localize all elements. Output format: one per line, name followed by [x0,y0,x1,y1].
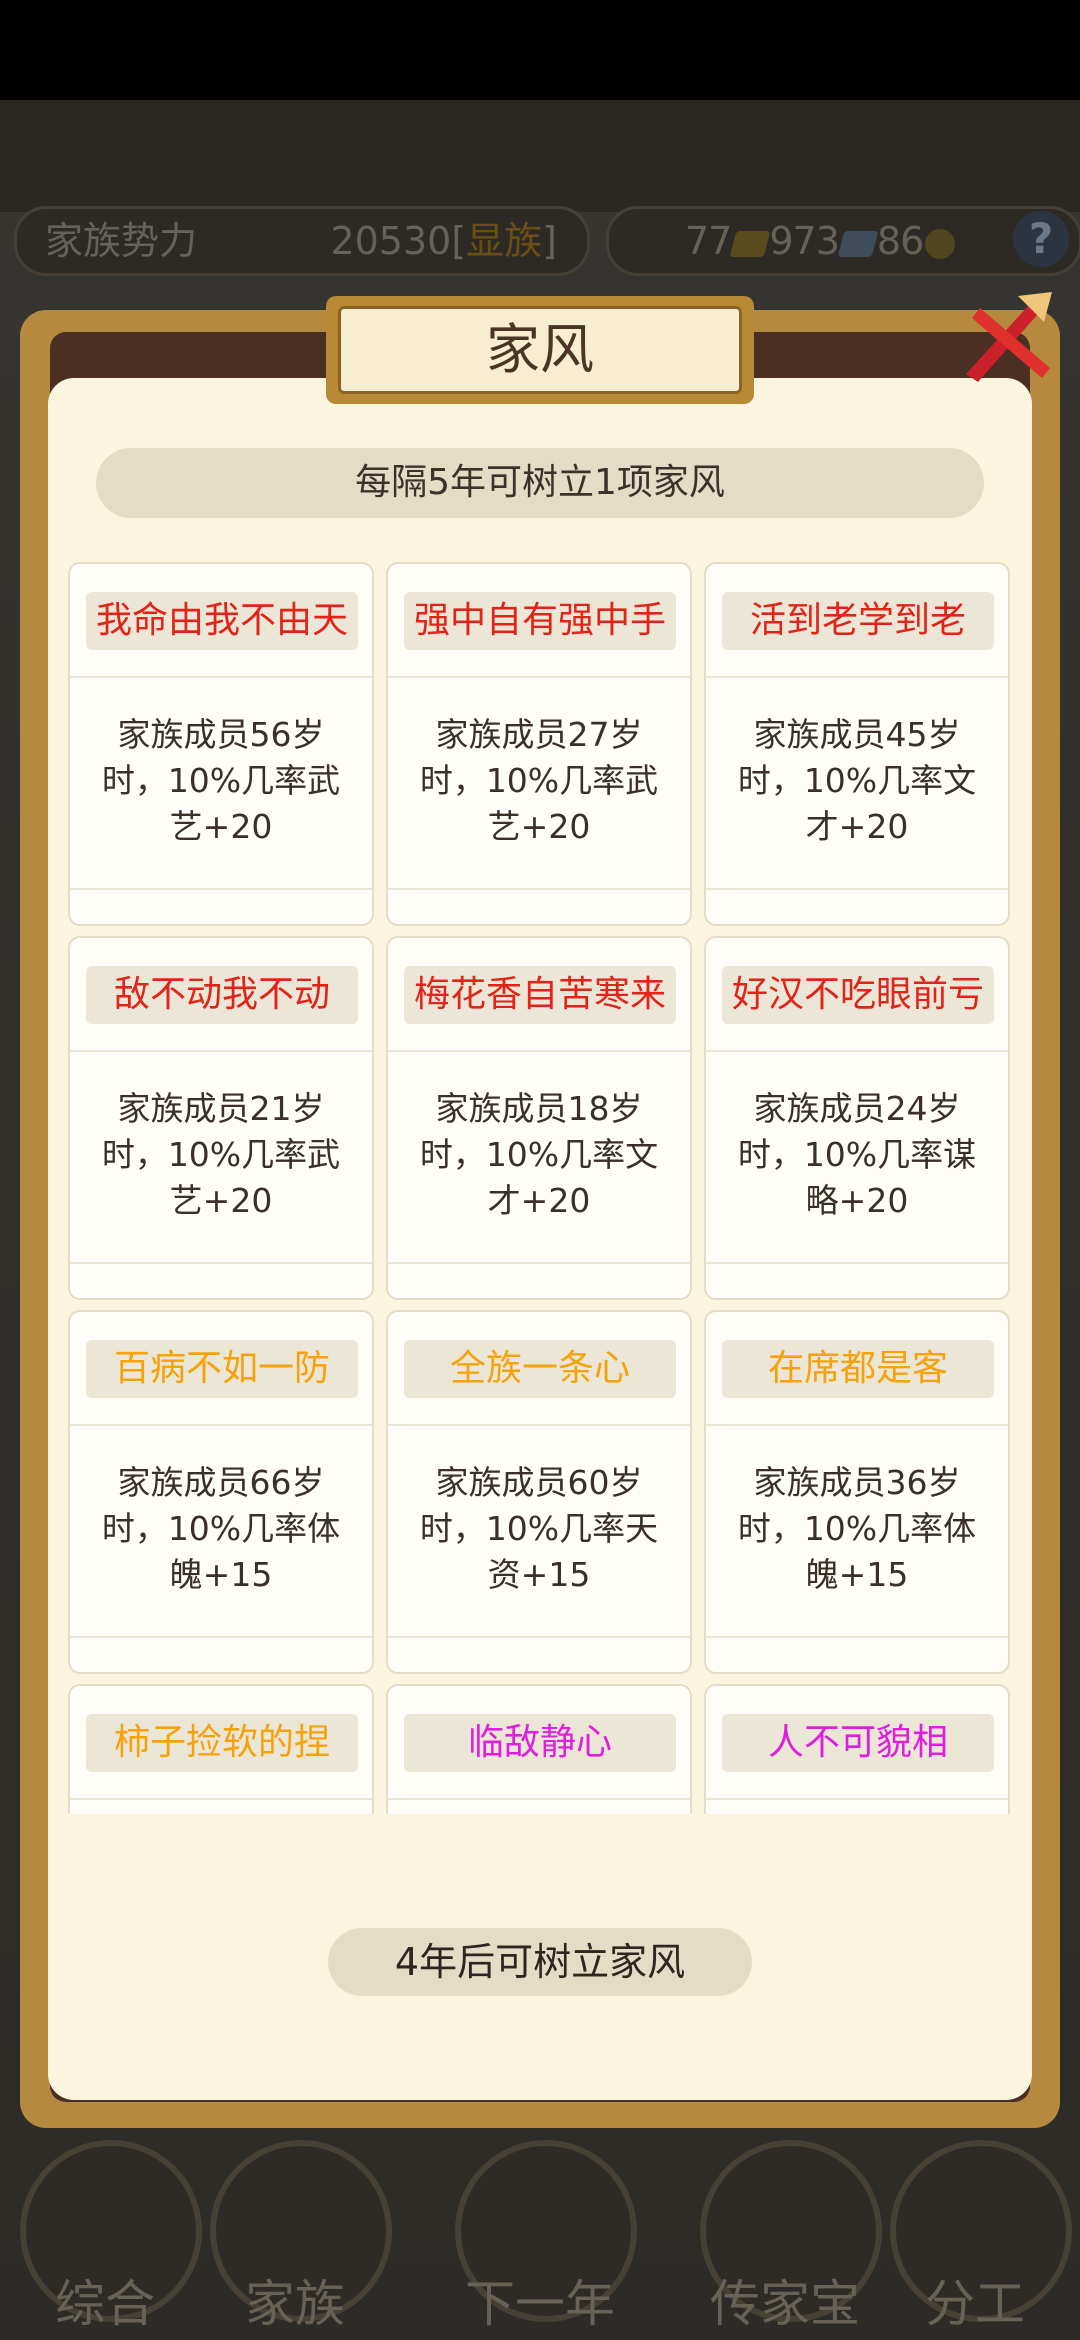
motto-desc: 家族成员24岁时，10%几率谋略+20 [737,1089,977,1220]
card-divider [706,1050,1008,1052]
card-divider [388,1050,690,1052]
motto-card[interactable]: 在席都是客 家族成员36岁时，10%几率体魄+15 [704,1310,1010,1674]
card-divider [70,1636,372,1638]
motto-card[interactable]: 敌不动我不动 家族成员21岁时，10%几率武艺+20 [68,936,374,1300]
motto-grid[interactable]: 我命由我不由天 家族成员56岁时，10%几率武艺+20 强中自有强中手 家族成员… [68,562,1012,1814]
motto-card[interactable]: 好汉不吃眼前亏 家族成员24岁时，10%几率谋略+20 [704,936,1010,1300]
motto-desc: 家族成员66岁时，10%几率体魄+15 [101,1463,341,1594]
card-divider [388,676,690,678]
motto-card[interactable]: 柿子捡软的捏 [68,1684,374,1814]
card-divider [70,1798,372,1800]
card-divider [70,1050,372,1052]
motto-card[interactable]: 活到老学到老 家族成员45岁时，10%几率文才+20 [704,562,1010,926]
card-divider [70,676,372,678]
card-divider [70,1424,372,1426]
status-bar [0,0,1080,100]
motto-title: 好汉不吃眼前亏 [722,966,994,1024]
card-divider [706,1798,1008,1800]
motto-card[interactable]: 强中自有强中手 家族成员27岁时，10%几率武艺+20 [386,562,692,926]
card-divider [706,676,1008,678]
motto-card[interactable]: 梅花香自苦寒来 家族成员18岁时，10%几率文才+20 [386,936,692,1300]
motto-title: 梅花香自苦寒来 [404,966,676,1024]
card-divider [388,1424,690,1426]
motto-card[interactable]: 我命由我不由天 家族成员56岁时，10%几率武艺+20 [68,562,374,926]
motto-title: 人不可貌相 [722,1714,994,1772]
motto-desc: 家族成员21岁时，10%几率武艺+20 [101,1089,341,1220]
card-divider [706,1636,1008,1638]
cooldown-status: 4年后可树立家风 [328,1928,752,1996]
motto-title: 临敌静心 [404,1714,676,1772]
card-divider [388,1636,690,1638]
motto-desc: 家族成员27岁时，10%几率武艺+20 [419,715,659,846]
motto-title: 柿子捡软的捏 [86,1714,358,1772]
motto-card[interactable]: 人不可貌相 [704,1684,1010,1814]
motto-card[interactable]: 临敌静心 [386,1684,692,1814]
card-divider [388,1798,690,1800]
motto-card[interactable]: 全族一条心 家族成员60岁时，10%几率天资+15 [386,1310,692,1674]
motto-title: 强中自有强中手 [404,592,676,650]
card-divider [388,888,690,890]
motto-title: 全族一条心 [404,1340,676,1398]
dialog-title-plaque: 家风 [326,296,754,404]
motto-title: 在席都是客 [722,1340,994,1398]
motto-title: 敌不动我不动 [86,966,358,1024]
card-divider [706,1262,1008,1264]
motto-desc: 家族成员18岁时，10%几率文才+20 [419,1089,659,1220]
card-divider [388,1262,690,1264]
card-divider [706,888,1008,890]
motto-title: 百病不如一防 [86,1340,358,1398]
card-divider [70,1262,372,1264]
motto-title: 我命由我不由天 [86,592,358,650]
motto-desc: 家族成员45岁时，10%几率文才+20 [737,715,977,846]
motto-desc: 家族成员60岁时，10%几率天资+15 [419,1463,659,1594]
motto-desc: 家族成员36岁时，10%几率体魄+15 [737,1463,977,1594]
dialog-title: 家风 [338,306,742,394]
close-icon[interactable] [958,288,1058,388]
motto-desc: 家族成员56岁时，10%几率武艺+20 [101,715,341,846]
interval-hint: 每隔5年可树立1项家风 [96,448,984,518]
motto-title: 活到老学到老 [722,592,994,650]
motto-card[interactable]: 百病不如一防 家族成员66岁时，10%几率体魄+15 [68,1310,374,1674]
card-divider [70,888,372,890]
card-divider [706,1424,1008,1426]
